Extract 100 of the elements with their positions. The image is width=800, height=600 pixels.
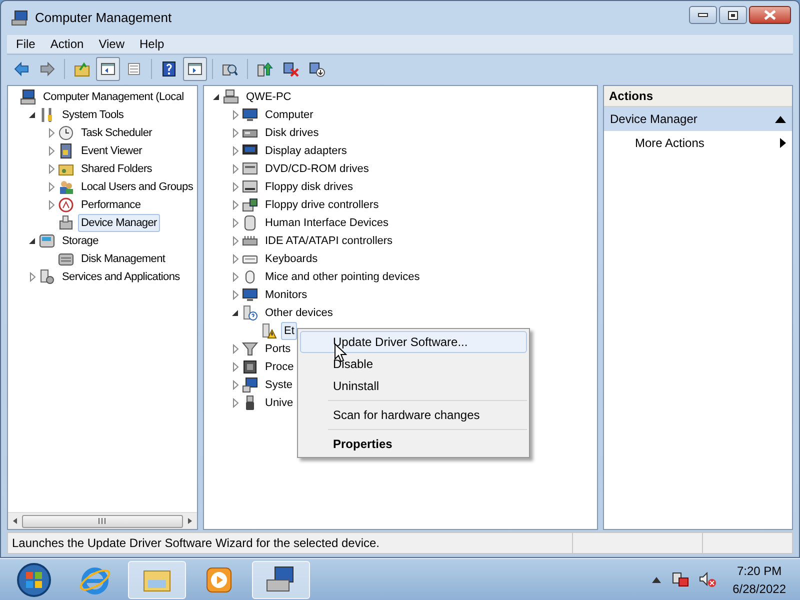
tree-item[interactable]: QWE-PC xyxy=(243,88,294,106)
submenu-arrow-icon xyxy=(780,138,786,148)
tree-item[interactable]: Shared Folders xyxy=(78,160,156,178)
tree-item[interactable]: Monitors xyxy=(262,286,310,304)
tree-item[interactable]: Mice and other pointing devices xyxy=(262,268,423,286)
collapse-arrow-icon[interactable] xyxy=(28,236,38,246)
tree-item[interactable]: Disk Management xyxy=(78,250,168,268)
window-title: Computer Management xyxy=(35,9,172,28)
update-driver-icon xyxy=(257,60,273,76)
tree-item[interactable]: Floppy disk drives xyxy=(262,178,356,196)
pc-icon xyxy=(223,89,239,105)
minimize-button[interactable] xyxy=(689,6,717,24)
tree-item[interactable]: Et xyxy=(281,322,298,340)
speaker-muted-icon[interactable] xyxy=(698,572,717,588)
floppy-drive-icon xyxy=(242,179,258,195)
collapse-arrow-icon[interactable] xyxy=(28,110,38,120)
expand-arrow-icon[interactable] xyxy=(231,380,241,390)
monitor-icon xyxy=(242,107,258,123)
port-icon xyxy=(242,341,258,357)
context-menu-item[interactable]: Update Driver Software... xyxy=(300,331,527,353)
help-icon xyxy=(161,60,177,76)
context-menu-item[interactable]: Scan for hardware changes xyxy=(300,404,527,426)
collapse-arrow-icon[interactable] xyxy=(231,308,241,318)
context-menu-item[interactable]: Uninstall xyxy=(300,375,527,397)
expand-arrow-icon[interactable] xyxy=(231,164,241,174)
context-menu-item[interactable]: Disable xyxy=(300,353,527,375)
tree-item[interactable]: Services and Applications xyxy=(59,268,183,286)
minimize-icon xyxy=(698,13,708,17)
scrollbar-thumb[interactable] xyxy=(22,514,183,528)
tools-icon xyxy=(39,107,55,123)
expand-arrow-icon[interactable] xyxy=(231,272,241,282)
tree-item[interactable]: Computer Management (Local xyxy=(40,88,187,106)
collapse-arrow-icon[interactable] xyxy=(212,92,222,102)
services-icon xyxy=(39,269,55,285)
menu-item[interactable]: File xyxy=(9,35,42,53)
restore-icon xyxy=(728,10,738,20)
expand-arrow-icon[interactable] xyxy=(47,146,57,156)
tree-item[interactable]: Proce xyxy=(262,358,297,376)
expand-arrow-icon[interactable] xyxy=(231,128,241,138)
expand-arrow-icon[interactable] xyxy=(28,272,38,282)
warning-device-icon xyxy=(261,323,277,339)
computer-icon xyxy=(242,377,258,393)
expand-arrow-icon[interactable] xyxy=(47,128,57,138)
expand-arrow-icon[interactable] xyxy=(231,236,241,246)
toolbar-button[interactable] xyxy=(183,56,207,80)
tree-item[interactable]: Floppy drive controllers xyxy=(262,196,382,214)
tree-item[interactable]: Unive xyxy=(262,394,296,412)
tree-item[interactable]: Ports xyxy=(262,340,294,358)
tree-item[interactable]: Storage xyxy=(59,232,102,250)
gauge-icon xyxy=(58,197,74,213)
expand-arrow-icon[interactable] xyxy=(47,182,57,192)
menu-item[interactable]: View xyxy=(92,35,132,53)
tree-item[interactable]: Computer xyxy=(262,106,316,124)
unknown-device-icon xyxy=(242,305,258,321)
menu-item[interactable]: Help xyxy=(132,35,172,53)
clock-date[interactable]: 6/28/2022 xyxy=(732,580,786,598)
context-menu-item[interactable]: Properties xyxy=(300,433,527,455)
close-button[interactable] xyxy=(749,6,791,24)
storage-icon xyxy=(39,233,55,249)
expand-arrow-icon[interactable] xyxy=(47,164,57,174)
tree-item[interactable]: System Tools xyxy=(59,106,127,124)
folder-up-icon xyxy=(74,60,90,76)
tree-item[interactable]: Disk drives xyxy=(262,124,322,142)
expand-arrow-icon[interactable] xyxy=(231,290,241,300)
tree-item[interactable]: DVD/CD-ROM drives xyxy=(262,160,372,178)
expand-arrow-icon[interactable] xyxy=(231,182,241,192)
taskbar-button[interactable] xyxy=(252,560,310,598)
expand-arrow-icon[interactable] xyxy=(231,254,241,264)
expand-arrow-icon[interactable] xyxy=(47,200,57,210)
show-hidden-icons-icon[interactable] xyxy=(652,576,661,582)
action-link[interactable]: More Actions xyxy=(604,131,792,155)
tree-item[interactable]: Other devices xyxy=(262,304,336,322)
expand-arrow-icon[interactable] xyxy=(231,362,241,372)
maximize-button[interactable] xyxy=(719,6,747,24)
start-button[interactable] xyxy=(16,562,52,598)
toolbar-button[interactable] xyxy=(96,56,120,80)
expand-arrow-icon[interactable] xyxy=(231,200,241,210)
tree-item[interactable]: Syste xyxy=(262,376,296,394)
clock-icon xyxy=(58,125,74,141)
network-error-icon[interactable] xyxy=(670,572,689,588)
expand-arrow-icon[interactable] xyxy=(231,344,241,354)
tree-item[interactable]: Keyboards xyxy=(262,250,321,268)
tree-item[interactable]: Display adapters xyxy=(262,142,350,160)
menu-item[interactable]: Action xyxy=(43,35,91,53)
actions-section-header[interactable]: Device Manager xyxy=(604,107,792,131)
expand-arrow-icon[interactable] xyxy=(231,398,241,408)
tree-item[interactable]: Device Manager xyxy=(78,214,160,232)
clock-time[interactable]: 7:20 PM xyxy=(736,562,782,580)
tree-item[interactable]: Task Scheduler xyxy=(78,124,156,142)
tree-item[interactable]: Local Users and Groups xyxy=(78,178,196,196)
tree-item[interactable]: IDE ATA/ATAPI controllers xyxy=(262,232,396,250)
tree-item[interactable]: Event Viewer xyxy=(78,142,146,160)
input-device-icon xyxy=(242,215,258,231)
expand-arrow-icon[interactable] xyxy=(231,110,241,120)
horizontal-scrollbar[interactable] xyxy=(8,512,197,529)
expand-arrow-icon[interactable] xyxy=(231,218,241,228)
expand-arrow-icon[interactable] xyxy=(231,146,241,156)
tree-item[interactable]: Performance xyxy=(78,196,144,214)
close-icon xyxy=(764,10,776,20)
tree-item[interactable]: Human Interface Devices xyxy=(262,214,392,232)
